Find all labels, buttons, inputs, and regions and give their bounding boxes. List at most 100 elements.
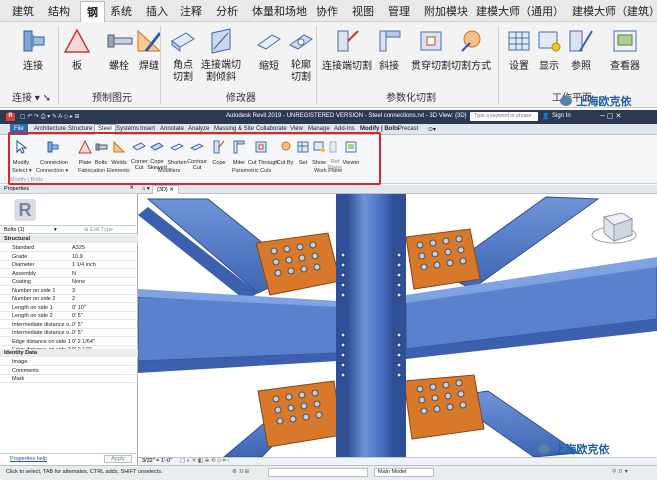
- section-structural[interactable]: Structural: [0, 235, 138, 243]
- cn-cut-by-button[interactable]: 切割方式: [446, 27, 496, 73]
- property-value[interactable]: 1 1/4 inch: [72, 262, 96, 268]
- bolt[interactable]: [287, 267, 295, 275]
- bolt[interactable]: [431, 250, 439, 258]
- column-bolt[interactable]: [340, 272, 346, 278]
- bolt[interactable]: [418, 252, 426, 260]
- bolt[interactable]: [272, 395, 280, 403]
- view-control-icons[interactable]: ▢ ◐ ☀ ◧ ⊕ ⟲ ◇ ⌗ ‹: [180, 458, 229, 465]
- revit-logo-icon[interactable]: R: [6, 113, 15, 121]
- selection-filter-icons[interactable]: ⚲ :0 ▼: [612, 469, 629, 475]
- cn-tab-addins[interactable]: 附加模块: [424, 3, 468, 19]
- column-bolt[interactable]: [340, 292, 346, 298]
- property-value[interactable]: 10.9: [72, 254, 83, 260]
- bolt[interactable]: [420, 263, 428, 271]
- bolt[interactable]: [429, 239, 437, 247]
- properties-help-link[interactable]: Properties help: [10, 456, 47, 462]
- bolt[interactable]: [287, 404, 295, 412]
- cn-viewer-button[interactable]: 查看器: [600, 27, 650, 73]
- column-bolt[interactable]: [396, 292, 402, 298]
- bolt[interactable]: [433, 261, 441, 269]
- cn-tab-systems[interactable]: 系统: [110, 3, 132, 19]
- user-icon[interactable]: 👤: [542, 113, 549, 120]
- workset-dropdown[interactable]: [268, 468, 368, 477]
- property-row[interactable]: Edge distance on side 1 0' 2 1/64": [0, 338, 138, 346]
- bolt[interactable]: [444, 392, 452, 400]
- bolt[interactable]: [274, 406, 282, 414]
- property-value[interactable]: 0' 5": [72, 330, 83, 336]
- close-icon[interactable]: ✕: [129, 185, 134, 191]
- steel-connection-model[interactable]: [138, 185, 657, 457]
- property-value[interactable]: N: [72, 271, 76, 277]
- cn-tab-annotate[interactable]: 注释: [180, 3, 202, 19]
- bolt[interactable]: [302, 413, 310, 421]
- bolt[interactable]: [309, 241, 317, 249]
- cn-tab-massing[interactable]: 体量和场地: [252, 3, 307, 19]
- bolt[interactable]: [274, 269, 282, 277]
- bolt[interactable]: [298, 254, 306, 262]
- bolt[interactable]: [289, 415, 297, 423]
- cn-group-connection[interactable]: 连接 ▾ ➘: [12, 89, 51, 104]
- bolt[interactable]: [283, 245, 291, 253]
- bolt[interactable]: [433, 405, 441, 413]
- column-bolt[interactable]: [396, 332, 402, 338]
- cn-tab-architecture[interactable]: 建筑: [12, 3, 34, 19]
- bolt[interactable]: [420, 407, 428, 415]
- bolt[interactable]: [459, 401, 467, 409]
- ribbon-toggle-icon[interactable]: ⊙▾: [428, 126, 436, 133]
- cn-tab-analyze[interactable]: 分析: [216, 3, 238, 19]
- column-bolt[interactable]: [396, 252, 402, 258]
- cn-tab-steel[interactable]: 钢: [80, 1, 105, 22]
- column-bolt[interactable]: [340, 262, 346, 268]
- property-row[interactable]: Length on side 1 0' 10": [0, 304, 138, 312]
- cn-tab-view[interactable]: 视图: [352, 3, 374, 19]
- cn-tab-collaborate[interactable]: 协作: [316, 3, 338, 19]
- gusset-plate-upper-right[interactable]: [405, 228, 481, 290]
- cn-contour-cut-button[interactable]: 轮廓切割: [276, 27, 326, 84]
- bolt[interactable]: [457, 390, 465, 398]
- design-option-dropdown[interactable]: Main Model: [374, 468, 434, 477]
- quick-access-toolbar[interactable]: ▢ ↶ ↷ ⎙ ▾ ✎ A ◇ ▸ ⊞: [20, 113, 80, 121]
- property-value[interactable]: 2: [72, 296, 75, 302]
- property-row[interactable]: Diameter 1 1/4 inch: [0, 261, 138, 269]
- edit-type-button[interactable]: ⊞ Edit Type: [84, 227, 113, 233]
- bolt[interactable]: [429, 383, 437, 391]
- property-row[interactable]: Number on side 2 2: [0, 295, 138, 303]
- cn-tab-manage[interactable]: 管理: [388, 3, 410, 19]
- cn-tab-modeling-general[interactable]: 建模大师（通用）: [476, 3, 564, 19]
- cn-tab-insert[interactable]: 插入: [146, 3, 168, 19]
- bolt[interactable]: [442, 237, 450, 245]
- cn-connection-button[interactable]: 连接: [8, 27, 58, 73]
- column-bolt[interactable]: [396, 372, 402, 378]
- property-row[interactable]: Intermediate distance o... 0' 5": [0, 321, 138, 329]
- property-value[interactable]: 0' 2 1/64": [72, 339, 95, 345]
- bolt[interactable]: [459, 257, 467, 265]
- column-web[interactable]: [348, 185, 394, 457]
- cn-connection-cut-skewed-button[interactable]: 连接端切割倾斜: [196, 27, 246, 84]
- 3d-viewport[interactable]: [138, 185, 657, 457]
- property-row[interactable]: Coating None: [0, 278, 138, 286]
- bolt[interactable]: [285, 256, 293, 264]
- column-bolt[interactable]: [340, 372, 346, 378]
- girder-left-web[interactable]: [138, 296, 339, 362]
- gusset-plate-lower-left[interactable]: [257, 380, 343, 448]
- cn-tab-structure[interactable]: 结构: [48, 3, 70, 19]
- section-identity-data[interactable]: Identity Data: [0, 349, 138, 357]
- bolt[interactable]: [416, 385, 424, 393]
- column-bolt[interactable]: [340, 282, 346, 288]
- view-tab-icon[interactable]: ⌂ ▾: [142, 186, 150, 192]
- bolt[interactable]: [444, 248, 452, 256]
- view-cube-icon[interactable]: [591, 212, 637, 244]
- bolt[interactable]: [298, 391, 306, 399]
- property-value[interactable]: A325: [72, 245, 85, 251]
- window-controls[interactable]: ─ ▢ ✕: [600, 112, 621, 120]
- gusset-plate-upper-left[interactable]: [255, 232, 341, 296]
- property-value[interactable]: 0' 5": [72, 322, 83, 328]
- property-row[interactable]: Length on side 2 0' 5": [0, 312, 138, 320]
- property-value[interactable]: 0' 10": [72, 305, 86, 311]
- bolt[interactable]: [296, 243, 304, 251]
- bolt[interactable]: [300, 265, 308, 273]
- apply-button[interactable]: Apply: [104, 455, 132, 463]
- bolt[interactable]: [313, 400, 321, 408]
- view-tab-3d[interactable]: {3D} ✕: [152, 185, 179, 194]
- cn-reference-button[interactable]: 参照: [556, 27, 606, 73]
